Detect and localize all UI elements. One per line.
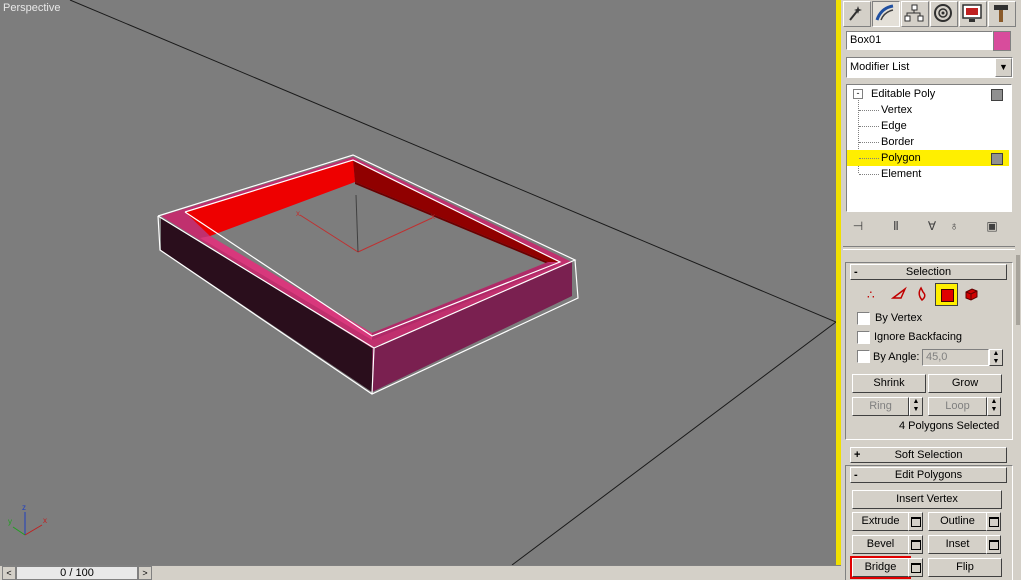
loop-spinner[interactable]: ▲ ▼ xyxy=(987,397,1001,416)
stack-item-label: Element xyxy=(881,168,922,180)
stack-item-label: Editable Poly xyxy=(871,88,936,100)
hammer-icon xyxy=(994,5,1008,22)
create-tab[interactable] xyxy=(843,1,871,27)
divider xyxy=(843,246,1015,250)
by-vertex-checkbox[interactable] xyxy=(857,312,870,325)
ignore-backfacing-label: Ignore Backfacing xyxy=(874,331,963,343)
stack-item-polygon[interactable]: Polygon xyxy=(847,150,1009,166)
by-angle-label: By Angle: xyxy=(873,351,920,363)
stack-item-vertex[interactable]: Vertex xyxy=(847,102,1009,118)
selection-rollout-header[interactable]: - Selection xyxy=(850,264,1007,280)
subobject-level-icons: ∴ xyxy=(865,283,991,306)
insert-vertex-button[interactable]: Insert Vertex xyxy=(852,490,1002,509)
motion-icon xyxy=(934,4,952,22)
edit-polygons-rollout-header[interactable]: - Edit Polygons xyxy=(850,467,1007,483)
svg-text:x: x xyxy=(43,516,47,525)
bevel-settings-icon[interactable] xyxy=(908,535,923,554)
show-end-result-icon[interactable]: Ⅱ xyxy=(888,218,904,234)
outline-settings-icon[interactable] xyxy=(986,512,1001,531)
angle-spinner[interactable]: ▲ ▼ xyxy=(989,349,1003,366)
perspective-viewport[interactable]: x x z x y Perspective xyxy=(0,0,836,565)
bridge-button[interactable]: Bridge xyxy=(850,556,911,579)
soft-selection-rollout-header[interactable]: + Soft Selection xyxy=(850,447,1007,463)
rollout-title: Selection xyxy=(905,266,952,278)
time-next-button[interactable]: > xyxy=(138,566,152,580)
polygon-icon[interactable] xyxy=(935,283,958,306)
chevron-down-icon[interactable]: ▼ xyxy=(995,58,1012,77)
element-icon[interactable] xyxy=(963,286,979,305)
time-prev-button[interactable]: < xyxy=(2,566,16,580)
modifier-list-dropdown[interactable]: Modifier List ▼ xyxy=(846,57,1013,78)
inset-settings-icon[interactable] xyxy=(986,535,1001,554)
pin-stack-icon[interactable]: ⊣ xyxy=(850,218,866,234)
stack-item-label: Vertex xyxy=(881,104,913,116)
utilities-tab[interactable] xyxy=(988,1,1016,27)
shrink-button[interactable]: Shrink xyxy=(852,374,926,393)
viewport-label[interactable]: Perspective xyxy=(3,2,60,14)
stack-item-label: Polygon xyxy=(881,152,921,164)
outline-button[interactable]: Outline xyxy=(928,512,987,531)
rollout-title: Edit Polygons xyxy=(894,469,963,481)
display-icon xyxy=(962,4,982,22)
time-slider[interactable]: 0 / 100 xyxy=(16,566,138,580)
modify-tab[interactable] xyxy=(872,1,900,27)
extrude-settings-icon[interactable] xyxy=(908,512,923,531)
svg-text:y: y xyxy=(8,517,12,526)
time-bar: < 0 / 100 > xyxy=(0,565,841,580)
panel-scrollbar[interactable] xyxy=(1016,255,1020,325)
command-panel: Box01 Modifier List ▼ - Editable Poly Ve… xyxy=(841,0,1021,580)
svg-text:x: x xyxy=(431,212,435,221)
modify-icon xyxy=(875,4,894,21)
toggle-display-icon[interactable] xyxy=(991,153,1003,165)
remove-modifier-icon[interactable]: ♁ xyxy=(946,218,962,234)
make-unique-icon[interactable]: ∀ xyxy=(924,218,940,234)
selection-status: 4 Polygons Selected xyxy=(899,420,1000,432)
modifier-list-label: Modifier List xyxy=(850,61,910,73)
collapse-icon: - xyxy=(854,469,858,481)
configure-modifier-sets-icon[interactable]: ▣ xyxy=(984,218,1000,234)
collapse-icon[interactable]: - xyxy=(853,89,863,99)
object-name-field[interactable]: Box01 xyxy=(846,31,993,50)
bridge-settings-icon[interactable] xyxy=(908,558,923,577)
angle-input[interactable]: 45,0 xyxy=(922,349,989,366)
axis-tripod: z x y xyxy=(8,503,47,536)
stack-item-editable-poly[interactable]: - Editable Poly xyxy=(847,86,1009,102)
edge-icon[interactable] xyxy=(890,286,907,305)
inset-button[interactable]: Inset xyxy=(928,535,987,554)
grow-button[interactable]: Grow xyxy=(928,374,1002,393)
object-color-swatch[interactable] xyxy=(993,31,1011,51)
hierarchy-icon xyxy=(904,4,924,22)
by-vertex-label: By Vertex xyxy=(875,312,923,324)
border-icon[interactable] xyxy=(915,286,931,305)
expand-icon: + xyxy=(854,449,861,461)
loop-button[interactable]: Loop xyxy=(928,397,987,416)
ring-button[interactable]: Ring xyxy=(852,397,909,416)
by-angle-checkbox[interactable] xyxy=(857,350,870,363)
toggle-display-icon[interactable] xyxy=(991,89,1003,101)
stack-item-edge[interactable]: Edge xyxy=(847,118,1009,134)
scene-svg: x x z x y xyxy=(8,0,836,565)
ignore-backfacing-checkbox[interactable] xyxy=(857,331,870,344)
hierarchy-tab[interactable] xyxy=(901,1,929,27)
motion-tab[interactable] xyxy=(930,1,958,27)
display-tab[interactable] xyxy=(959,1,987,27)
stack-item-label: Border xyxy=(881,136,915,148)
svg-text:x: x xyxy=(296,209,300,218)
vertex-icon[interactable]: ∴ xyxy=(867,288,875,302)
collapse-icon: - xyxy=(854,266,858,278)
stack-item-element[interactable]: Element xyxy=(847,166,1009,182)
create-icon xyxy=(849,6,862,21)
modifier-stack[interactable]: - Editable Poly Vertex Edge Border Polyg… xyxy=(846,84,1012,212)
stack-item-label: Edge xyxy=(881,120,907,132)
grid-line xyxy=(511,321,836,565)
stack-item-border[interactable]: Border xyxy=(847,134,1009,150)
extrude-button[interactable]: Extrude xyxy=(852,512,909,531)
flip-button[interactable]: Flip xyxy=(928,558,1002,577)
rollout-title: Soft Selection xyxy=(894,449,963,461)
stack-toolbar: ⊣ Ⅱ ∀ ♁ ▣ xyxy=(846,216,1010,236)
bevel-button[interactable]: Bevel xyxy=(852,535,909,554)
ring-spinner[interactable]: ▲ ▼ xyxy=(909,397,923,416)
svg-text:z: z xyxy=(22,503,26,512)
